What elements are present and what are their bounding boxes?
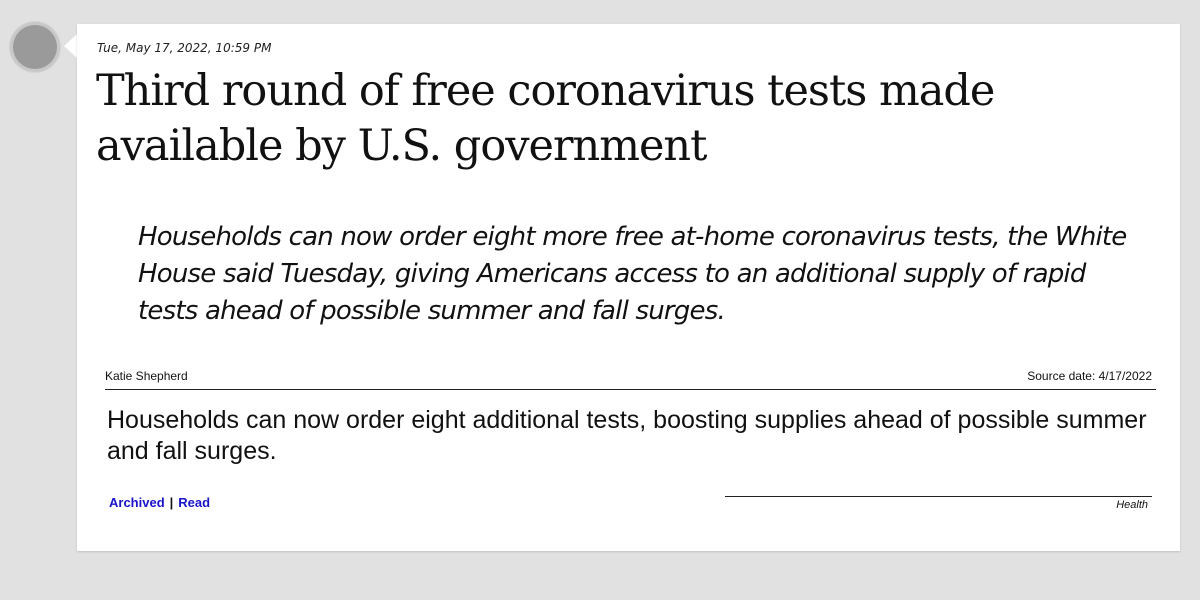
read-link[interactable]: Read xyxy=(178,495,210,510)
avatar[interactable] xyxy=(13,25,57,69)
category-divider xyxy=(725,496,1152,497)
link-separator: | xyxy=(169,495,174,510)
post-summary: Households can now order eight additiona… xyxy=(107,406,1147,465)
post-card: Tue, May 17, 2022, 10:59 PM Third round … xyxy=(77,24,1180,551)
post-headline: Third round of free coronavirus tests ma… xyxy=(96,66,995,171)
archived-link[interactable]: Archived xyxy=(109,495,165,510)
post-links: Archived | Read xyxy=(109,495,210,510)
category-tag: Health xyxy=(1116,499,1148,511)
post-author: Katie Shepherd xyxy=(105,369,188,383)
post-source-date: Source date: 4/17/2022 xyxy=(1027,369,1152,383)
card-pointer xyxy=(64,34,77,58)
post-timestamp: Tue, May 17, 2022, 10:59 PM xyxy=(97,41,272,55)
divider xyxy=(105,389,1156,390)
post-dek: Households can now order eight more free… xyxy=(138,222,1127,326)
